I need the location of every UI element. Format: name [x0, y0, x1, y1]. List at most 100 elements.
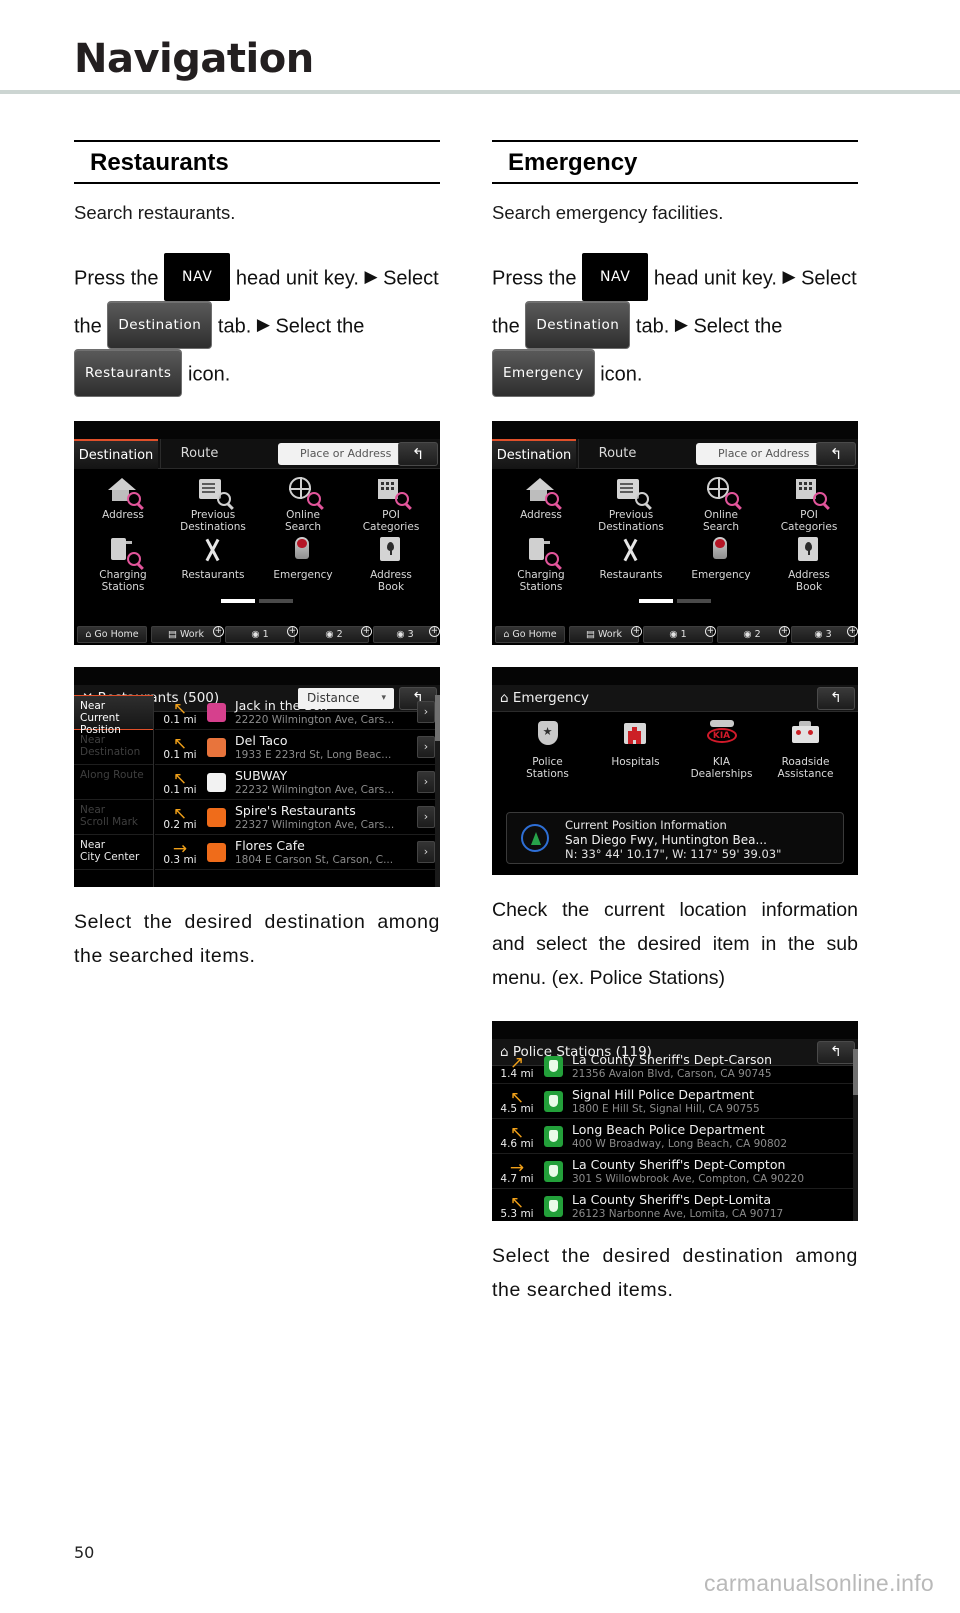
table-row[interactable]: ↖ 5.3 mi La County Sheriff's Dept-Lomita… — [492, 1189, 858, 1221]
emergency-item-kia-dealerships[interactable]: KIA KIA Dealerships — [676, 720, 767, 780]
table-row[interactable]: → 4.7 mi La County Sheriff's Dept-Compto… — [492, 1154, 858, 1189]
position-panel-address: San Diego Fwy, Huntington Bea... — [565, 833, 767, 847]
back-arrow-icon-emergency[interactable]: ↰ — [817, 687, 855, 710]
grid-item-emergency-r[interactable]: Emergency — [676, 535, 766, 581]
emergency-steps: Press the NAV head unit key. ▶ Select th… — [492, 253, 858, 399]
grid-label-destinations: Destinations — [180, 521, 246, 533]
grid-item-charging-stations-r[interactable]: Charging Stations — [496, 535, 586, 593]
filter-label4-l2: Scroll Mark — [80, 816, 139, 828]
row-distance: 0.1 mi — [163, 714, 197, 726]
row-address: 1804 E Carson St, Carson, C... — [235, 854, 394, 866]
em-label-roadside: Roadside — [781, 756, 830, 768]
section-heading-restaurants: Restaurants — [74, 140, 440, 184]
filter-label2-l2: Destination — [80, 746, 141, 758]
plus-icon-work[interactable]: + — [213, 626, 224, 637]
table-row[interactable]: ↗ 1.4 mi La County Sheriff's Dept-Carson… — [492, 1049, 858, 1084]
grid-item-online-search-r[interactable]: Online Search — [676, 475, 766, 533]
police-stations-screenshot: ⌂ Police Stations (119) ↰ ↗ 1.4 mi La Co… — [492, 1021, 858, 1221]
document-search-icon — [196, 475, 234, 511]
grid-item-emergency[interactable]: Emergency — [258, 535, 348, 581]
pin-icon-1: ◉ — [251, 629, 260, 640]
grid-item-previous-destinations[interactable]: Previous Destinations — [168, 475, 258, 533]
grid-label-address: Address — [102, 509, 144, 521]
row-address: 22232 Wilmington Ave, Cars... — [235, 784, 395, 796]
fav-2[interactable]: ◉ 2 + — [299, 626, 372, 643]
search-input-r[interactable]: Place or Address — [696, 443, 822, 465]
back-arrow-icon[interactable]: ↰ — [398, 442, 438, 466]
police-list-scrollbar[interactable] — [853, 1049, 858, 1221]
back-arrow-icon-r[interactable]: ↰ — [816, 442, 856, 466]
tab-route[interactable]: Route — [160, 439, 238, 469]
restaurants-intro: Search restaurants. — [74, 202, 236, 223]
pin-icon-2: ◉ — [325, 629, 334, 640]
row-distance: 0.1 mi — [163, 749, 197, 761]
restaurants-list-screenshot: ✕ Restaurants (500) Distance ▾ ↰ Near Cu… — [74, 667, 440, 887]
fav-1[interactable]: ◉ 1 + — [225, 626, 298, 643]
fav-2-r[interactable]: ◉ 2 + — [717, 626, 790, 643]
row-distance: 4.6 mi — [500, 1138, 534, 1150]
table-row[interactable]: → 0.3 mi Flores Cafe 1804 E Carson St, C… — [155, 835, 440, 870]
tab-destination-r[interactable]: Destination — [492, 439, 576, 469]
emergency-item-police-stations[interactable]: Police Stations — [502, 720, 593, 780]
row-chevron-icon[interactable]: › — [417, 806, 435, 828]
grid-item-address-book-r[interactable]: Address Book — [764, 535, 854, 593]
plus-icon-2-r[interactable]: + — [779, 626, 790, 637]
plus-icon-3-r[interactable]: + — [847, 626, 858, 637]
grid-item-poi-categories-r[interactable]: POI Categories — [764, 475, 854, 533]
filter-near-scroll-mark[interactable]: Near Scroll Mark — [74, 800, 153, 835]
police-marker-icon — [544, 1161, 563, 1182]
globe-search-icon-r — [704, 475, 742, 511]
fav-go-home-r[interactable]: ⌂ Go Home — [495, 626, 565, 643]
row-chevron-icon[interactable]: › — [417, 701, 435, 723]
fav-work-r[interactable]: ▤ Work + — [569, 626, 642, 643]
plus-icon-3[interactable]: + — [429, 626, 440, 637]
emergency-item-roadside-assistance[interactable]: Roadside Assistance — [760, 720, 851, 780]
fav-3-r[interactable]: ◉ 3 + — [791, 626, 858, 643]
tab-destination[interactable]: Destination — [74, 439, 158, 469]
hospital-icon — [619, 720, 653, 752]
grid-label-previous-r: Previous — [608, 509, 654, 521]
table-row[interactable]: ↖ 4.6 mi Long Beach Police Department 40… — [492, 1119, 858, 1154]
table-row[interactable]: ↖ 0.1 mi Del Taco 1933 E 223rd St, Long … — [155, 730, 440, 765]
grid-item-charging-stations[interactable]: Charging Stations — [78, 535, 168, 593]
list-scrollbar[interactable] — [435, 695, 440, 887]
plus-icon-1[interactable]: + — [287, 626, 298, 637]
grid-label-charging-r: Charging — [517, 569, 565, 581]
grid-label-stations-r: Stations — [519, 581, 563, 593]
fav-1-r[interactable]: ◉ 1 + — [643, 626, 716, 643]
grid-item-poi-categories[interactable]: POI Categories — [346, 475, 436, 533]
plus-icon-work-r[interactable]: + — [631, 626, 642, 637]
grid-item-restaurants-r[interactable]: Restaurants — [586, 535, 676, 581]
grid-item-previous-destinations-r[interactable]: Previous Destinations — [586, 475, 676, 533]
row-chevron-icon[interactable]: › — [417, 736, 435, 758]
emergency-item-hospitals[interactable]: Hospitals — [590, 720, 681, 768]
manual-page: Navigation Restaurants Search restaurant… — [0, 0, 960, 1613]
em-label-dealerships: Dealerships — [690, 768, 753, 780]
row-chevron-icon[interactable]: › — [417, 841, 435, 863]
em-label-stations: Stations — [526, 768, 569, 780]
table-row[interactable]: ↖ 0.1 mi SUBWAY 22232 Wilmington Ave, Ca… — [155, 765, 440, 800]
row-chevron-icon[interactable]: › — [417, 771, 435, 793]
grid-item-address-book[interactable]: Address Book — [346, 535, 436, 593]
select-word-label-e: Select — [693, 315, 750, 338]
tab-word-label: tab. — [217, 315, 252, 338]
grid-item-online-search[interactable]: Online Search — [258, 475, 348, 533]
tab-route-r[interactable]: Route — [578, 439, 656, 469]
icon-word-label-e: icon. — [600, 363, 643, 386]
filter-along-route[interactable]: Along Route — [74, 765, 153, 800]
table-row[interactable]: ↖ 4.5 mi Signal Hill Police Department 1… — [492, 1084, 858, 1119]
grid-item-address[interactable]: Address — [78, 475, 168, 521]
plus-icon-1-r[interactable]: + — [705, 626, 716, 637]
fav-work[interactable]: ▤ Work + — [151, 626, 224, 643]
filter-near-current-position[interactable]: Near Current Position — [74, 695, 153, 736]
search-input[interactable]: Place or Address — [278, 443, 404, 465]
grid-item-restaurants[interactable]: Restaurants — [168, 535, 258, 581]
fav-go-home[interactable]: ⌂ Go Home — [77, 626, 147, 643]
table-row[interactable]: ↖ 0.2 mi Spire's Restaurants 22327 Wilmi… — [155, 800, 440, 835]
filter-near-city-center[interactable]: Near City Center — [74, 835, 153, 870]
table-row[interactable]: ↖ 0.1 mi Jack in the Box 22220 Wilmingto… — [155, 695, 440, 730]
grid-item-address-r[interactable]: Address — [496, 475, 586, 521]
plus-icon-2[interactable]: + — [361, 626, 372, 637]
page-indicator — [221, 599, 293, 603]
fav-3[interactable]: ◉ 3 + — [373, 626, 440, 643]
